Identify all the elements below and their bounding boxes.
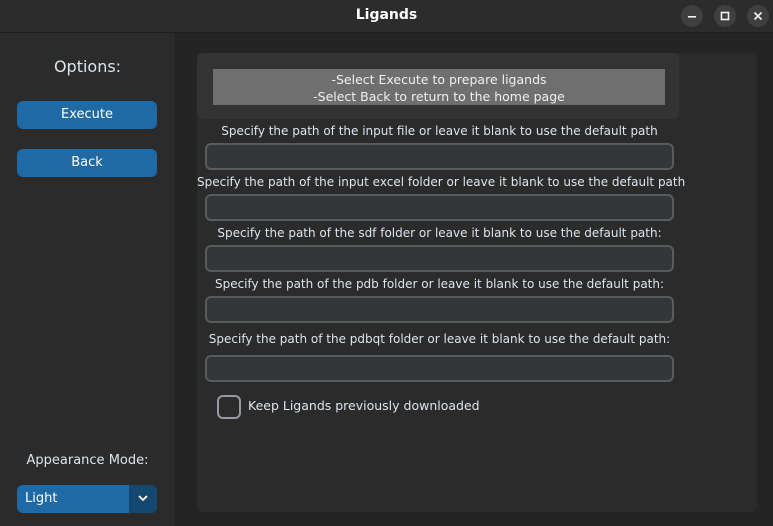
sdf-folder-label: Specify the path of the sdf folder or le…: [217, 226, 662, 240]
dropdown-arrow-button[interactable]: [129, 485, 157, 513]
input-file-label: Specify the path of the input file or le…: [221, 124, 658, 138]
keep-ligands-checkbox[interactable]: [217, 395, 241, 419]
pdbqt-folder-label: Specify the path of the pdbqt folder or …: [208, 332, 671, 346]
appearance-mode-value: Light: [25, 491, 58, 506]
pdbqt-folder-field[interactable]: [205, 355, 674, 382]
window-title: Ligands: [355, 7, 418, 23]
pdb-folder-label: Specify the path of the pdb folder or le…: [214, 277, 665, 291]
info-box: -Select Execute to prepare ligands -Sele…: [197, 53, 679, 119]
close-button[interactable]: [747, 5, 769, 27]
chevron-down-icon: [138, 495, 148, 502]
input-file-field[interactable]: [205, 143, 674, 170]
maximize-button[interactable]: [714, 5, 736, 27]
info-text: -Select Execute to prepare ligands -Sele…: [213, 69, 665, 105]
excel-folder-label: Specify the path of the input excel fold…: [197, 175, 686, 189]
sidebar: Options: Execute Back Appearance Mode: L…: [0, 33, 175, 526]
excel-folder-field[interactable]: [205, 194, 674, 221]
appearance-mode-label: Appearance Mode:: [26, 453, 149, 468]
main-panel: -Select Execute to prepare ligands -Sele…: [197, 53, 757, 512]
info-line-1: -Select Execute to prepare ligands: [331, 72, 547, 87]
back-button[interactable]: Back: [17, 149, 157, 177]
title-bar: Ligands: [0, 0, 773, 33]
info-line-2: -Select Back to return to the home page: [313, 89, 565, 104]
options-label: Options:: [53, 57, 122, 76]
appearance-mode-select[interactable]: Light: [17, 485, 157, 513]
keep-ligands-label[interactable]: Keep Ligands previously downloaded: [248, 398, 480, 413]
minimize-button[interactable]: [681, 5, 703, 27]
minimize-icon: [688, 16, 696, 18]
maximize-icon: [720, 11, 730, 21]
close-icon: [753, 11, 763, 21]
pdb-folder-field[interactable]: [205, 296, 674, 323]
sdf-folder-field[interactable]: [205, 245, 674, 272]
execute-button[interactable]: Execute: [17, 101, 157, 129]
